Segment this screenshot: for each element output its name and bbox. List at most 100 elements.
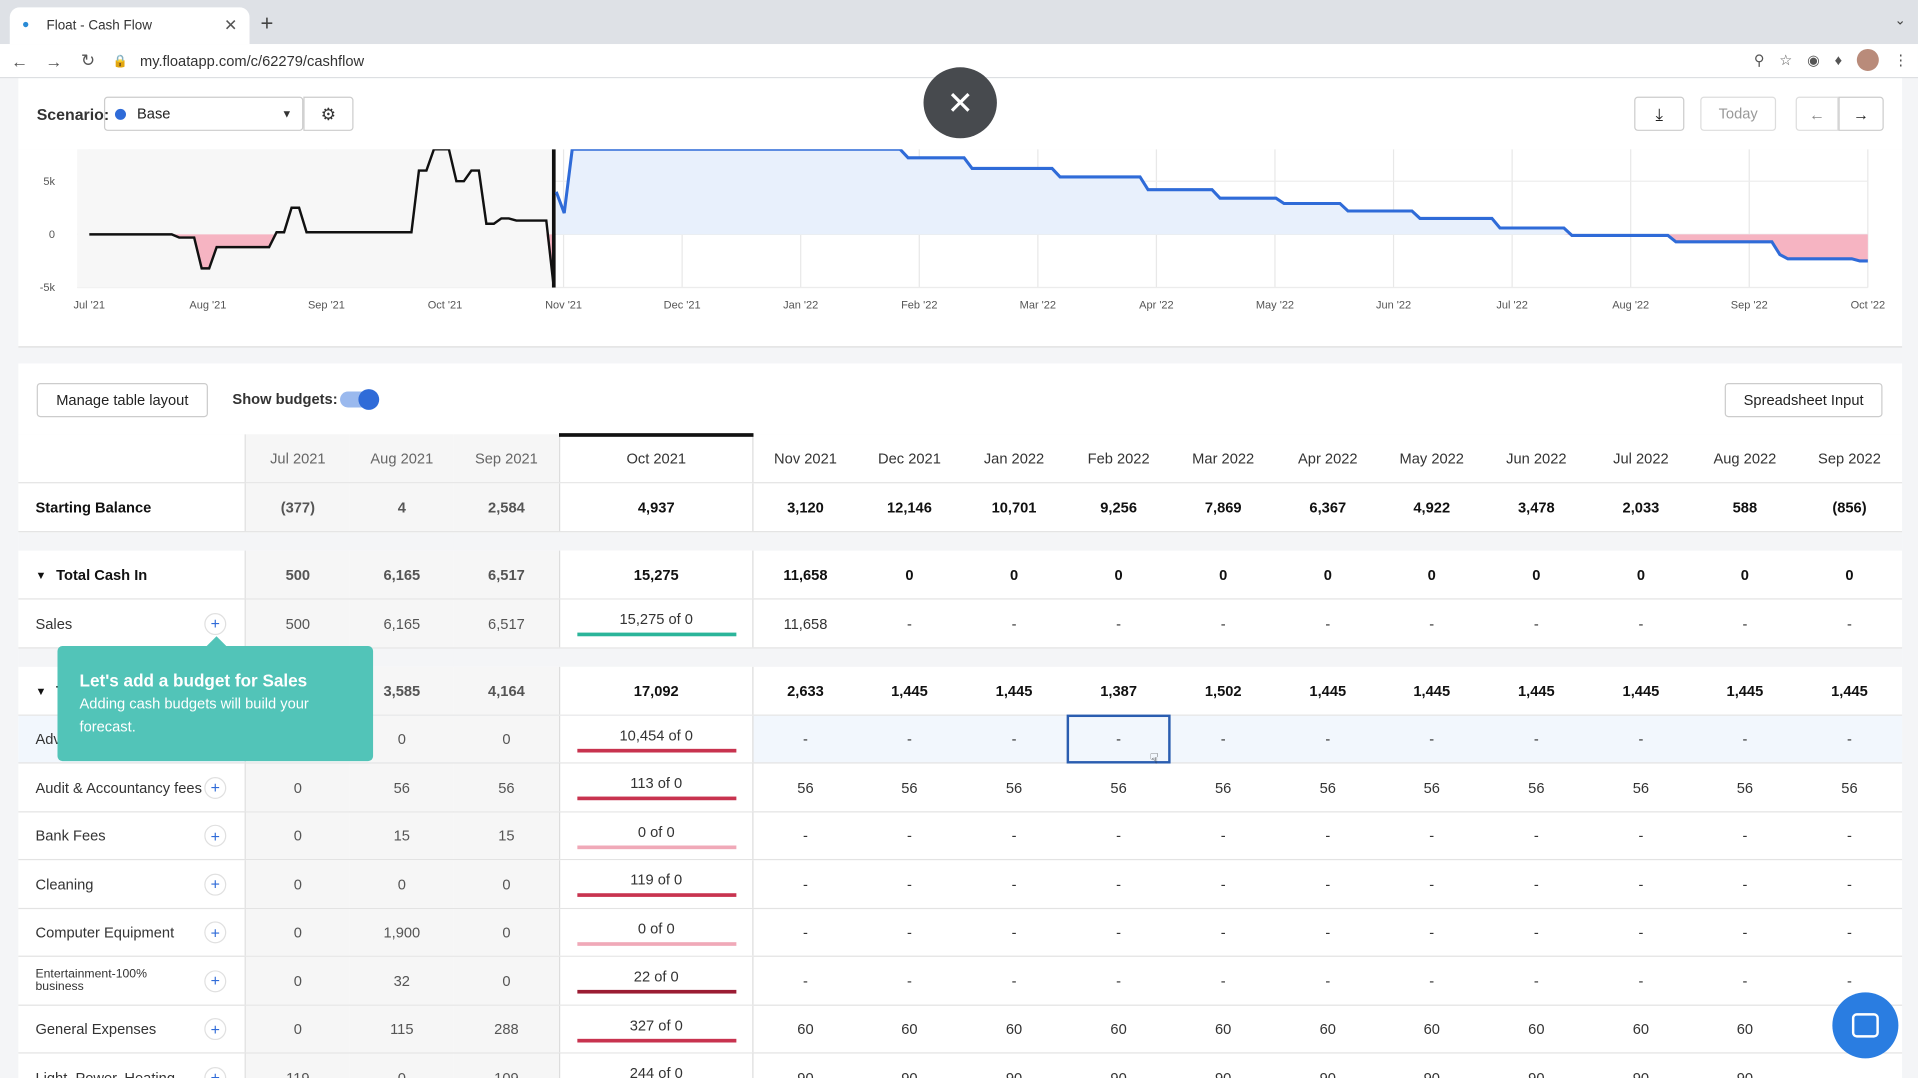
browser-menu-icon[interactable]: ⋮ [1894,51,1909,68]
value-cell[interactable]: 90 [1589,1054,1693,1078]
value-cell[interactable]: - [1171,909,1276,955]
value-cell[interactable]: - [857,600,961,648]
value-cell[interactable]: 0 [453,956,560,1005]
value-cell[interactable]: - [1380,600,1484,648]
value-cell[interactable]: - [1589,600,1693,648]
close-overlay-button[interactable]: ✕ [923,67,997,139]
budget-cell[interactable]: 22 of 0 [559,956,754,1005]
value-cell[interactable]: - [1276,716,1380,762]
value-cell[interactable]: - [1380,860,1484,908]
value-cell[interactable]: 56 [453,763,560,812]
value-cell[interactable]: 115 [349,1005,454,1053]
value-cell[interactable]: 119 [245,1053,350,1078]
value-cell[interactable]: 6,517 [453,599,560,648]
value-cell[interactable]: 90 [753,1054,857,1078]
budget-cell[interactable]: 10,454 of 0 [559,715,754,763]
forward-icon[interactable]: → [39,51,68,71]
value-cell[interactable]: - [857,812,961,858]
value-cell[interactable]: 60 [1693,1006,1797,1052]
add-budget-icon[interactable]: + [204,612,227,635]
value-cell[interactable]: - [1276,957,1380,1005]
new-tab-icon[interactable]: + [261,11,274,37]
value-cell[interactable]: - [753,812,857,858]
value-cell[interactable]: - [961,716,1066,762]
value-cell[interactable]: - [1380,909,1484,955]
value-cell[interactable]: - [961,860,1066,908]
collapse-caret-icon[interactable]: ▼ [35,568,46,580]
value-cell[interactable]: 0 [245,763,350,812]
value-cell[interactable]: - [1797,860,1902,908]
scenario-settings-button[interactable]: ⚙ [303,96,354,131]
value-cell[interactable]: 56 [857,764,961,812]
budget-cell[interactable]: 327 of 0 [559,1005,754,1053]
value-cell[interactable]: 60 [1484,1006,1589,1052]
value-cell[interactable]: - [1380,716,1484,762]
extension-icon[interactable]: ◉ [1807,51,1820,68]
value-cell[interactable]: - [961,600,1066,648]
value-cell[interactable]: - [1171,812,1276,858]
value-cell[interactable]: - [1484,957,1589,1005]
add-budget-icon[interactable]: + [204,873,227,896]
value-cell[interactable]: - [1797,909,1902,955]
value-cell[interactable]: 90 [1276,1054,1380,1078]
value-cell[interactable]: 56 [1276,764,1380,812]
value-cell[interactable]: - [857,860,961,908]
tab-search-icon[interactable]: ⌄ [1894,12,1905,28]
value-cell[interactable]: 60 [1589,1006,1693,1052]
next-period-button[interactable]: → [1838,96,1884,131]
value-cell[interactable]: - [857,716,961,762]
value-cell[interactable]: - [857,957,961,1005]
value-cell[interactable]: 60 [961,1006,1066,1052]
browser-tab[interactable]: ● Float - Cash Flow ✕ [9,7,250,45]
value-cell[interactable]: - [1380,957,1484,1005]
value-cell[interactable]: 56 [1067,764,1171,812]
value-cell[interactable]: - [1067,909,1171,955]
value-cell[interactable]: 0 [453,860,560,908]
value-cell[interactable]: - [1067,860,1171,908]
value-cell[interactable]: - [1589,909,1693,955]
value-cell[interactable]: - [1171,716,1276,762]
value-cell[interactable]: - [1171,860,1276,908]
value-cell[interactable]: - [1693,812,1797,858]
value-cell[interactable]: 0 [245,1005,350,1053]
value-cell[interactable]: 0 [453,715,560,763]
value-cell[interactable]: - [1276,909,1380,955]
previous-period-button[interactable]: ← [1795,96,1839,131]
add-budget-icon[interactable]: + [204,1066,227,1078]
value-cell[interactable]: 60 [1067,1006,1171,1052]
zoom-icon[interactable]: ⚲ [1754,51,1765,68]
value-cell[interactable]: - [1484,860,1589,908]
value-cell[interactable]: 60 [753,1006,857,1052]
value-cell[interactable]: - [1067,957,1171,1005]
value-cell[interactable]: 56 [1797,764,1902,812]
value-cell[interactable]: 15 [349,812,454,859]
value-cell[interactable]: 11,658 [753,600,857,648]
value-cell[interactable]: - [1693,909,1797,955]
close-tab-icon[interactable]: ✕ [224,16,237,36]
value-cell[interactable]: - [1067,812,1171,858]
budget-cell[interactable]: 0 of 0 [559,909,754,956]
value-cell[interactable]: - [1589,860,1693,908]
value-cell[interactable]: 0 [349,1053,454,1078]
value-cell[interactable]: - [1067,600,1171,648]
value-cell[interactable]: - [857,909,961,955]
value-cell[interactable]: 6,165 [349,599,454,648]
value-cell[interactable]: - [1276,600,1380,648]
budget-cell[interactable]: 15,275 of 0 [559,599,754,648]
value-cell[interactable]: 0 [245,956,350,1005]
add-budget-icon[interactable]: + [204,1018,227,1041]
value-cell[interactable]: - [1797,600,1902,648]
value-cell[interactable]: - [1484,716,1589,762]
value-cell[interactable]: - [1693,600,1797,648]
value-cell[interactable]: 500 [245,599,350,648]
value-cell[interactable]: 56 [1589,764,1693,812]
value-cell[interactable]: 1,900 [349,909,454,956]
value-cell[interactable]: - [1589,716,1693,762]
value-cell[interactable]: - [753,860,857,908]
value-cell[interactable]: 90 [1171,1054,1276,1078]
spreadsheet-input-button[interactable]: Spreadsheet Input [1724,382,1883,418]
value-cell[interactable]: 56 [961,764,1066,812]
value-cell[interactable]: 60 [1380,1006,1484,1052]
value-cell[interactable]: - [1380,812,1484,858]
value-cell[interactable]: 0 [349,860,454,908]
